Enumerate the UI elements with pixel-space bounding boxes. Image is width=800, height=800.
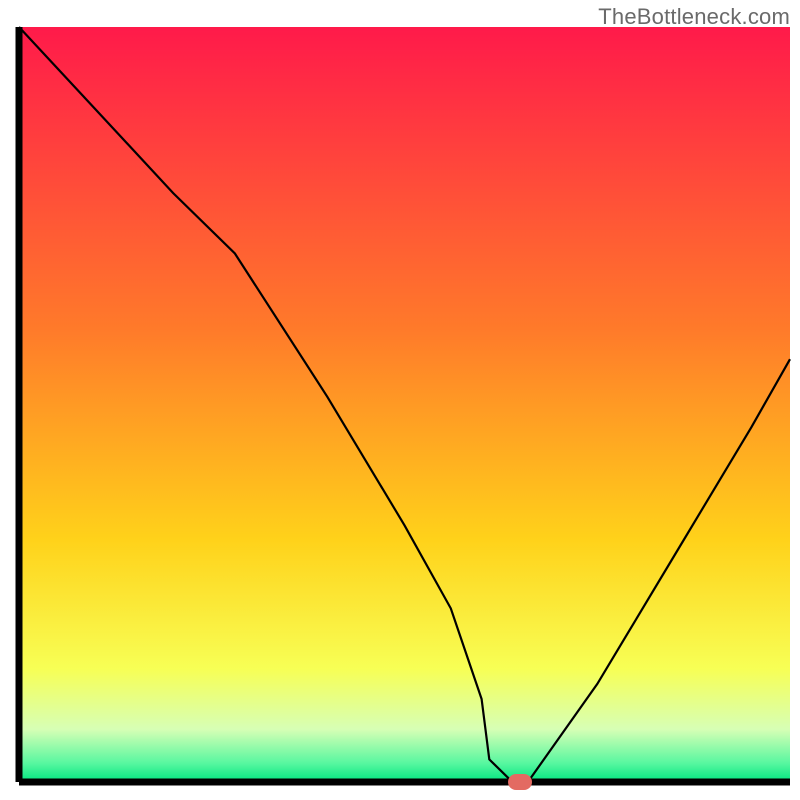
plot-svg: [0, 0, 800, 800]
plot-background: [19, 27, 790, 782]
optimum-marker: [508, 774, 532, 790]
watermark-text: TheBottleneck.com: [598, 4, 790, 30]
bottleneck-chart: TheBottleneck.com: [0, 0, 800, 800]
